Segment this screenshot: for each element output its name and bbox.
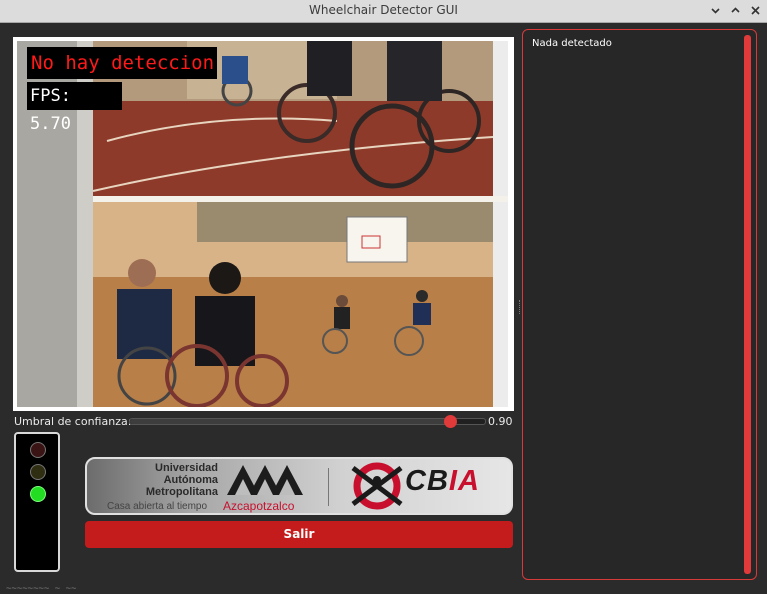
cbia-wordmark: CBIA <box>405 465 480 497</box>
green-light <box>30 486 46 502</box>
uam-campus: Azcapotzalco <box>223 499 295 513</box>
close-window-button[interactable] <box>747 2 764 19</box>
detections-text: Nada detectado <box>532 38 612 49</box>
traffic-light-indicator <box>14 432 60 572</box>
red-light <box>30 442 46 458</box>
threshold-slider-handle[interactable] <box>443 415 457 428</box>
uam-line-1: Universidad <box>155 462 218 474</box>
camera-frame: No hay deteccion FPS: 5.70 <box>17 41 508 407</box>
logo-divider <box>328 468 329 506</box>
window-title: Wheelchair Detector GUI <box>309 3 458 17</box>
uam-line-2: Autónoma <box>163 474 218 486</box>
detection-status-overlay: No hay deteccion <box>27 47 217 79</box>
footer-text: ~~~~~~~~ ~ ~~ <box>6 584 77 594</box>
exit-button[interactable]: Salir <box>85 521 513 548</box>
window-titlebar: Wheelchair Detector GUI <box>0 0 767 23</box>
threshold-label: Umbral de confianza: <box>14 415 132 428</box>
detections-scrollbar[interactable] <box>744 35 751 574</box>
cbia-logo-icon <box>351 462 403 510</box>
threshold-slider-fill <box>130 419 450 424</box>
yellow-light <box>30 464 46 480</box>
threshold-value: 0.90 <box>488 415 513 428</box>
uam-line-3: Metropolitana <box>145 486 218 498</box>
uam-motto: Casa abierta al tiempo <box>107 501 208 512</box>
threshold-slider[interactable] <box>129 415 486 428</box>
institution-logos: Universidad Autónoma Metropolitana Casa … <box>85 457 513 515</box>
fps-overlay: FPS: 5.70 <box>27 82 122 134</box>
chevron-up-icon <box>731 7 740 13</box>
maximize-button[interactable] <box>727 2 744 19</box>
minimize-button[interactable] <box>707 2 724 19</box>
detections-panel: Nada detectado <box>522 29 757 580</box>
uam-logo-icon <box>227 465 303 495</box>
video-feed: No hay deteccion FPS: 5.70 <box>13 37 514 411</box>
chevron-down-icon <box>711 8 720 14</box>
close-icon <box>751 6 760 15</box>
